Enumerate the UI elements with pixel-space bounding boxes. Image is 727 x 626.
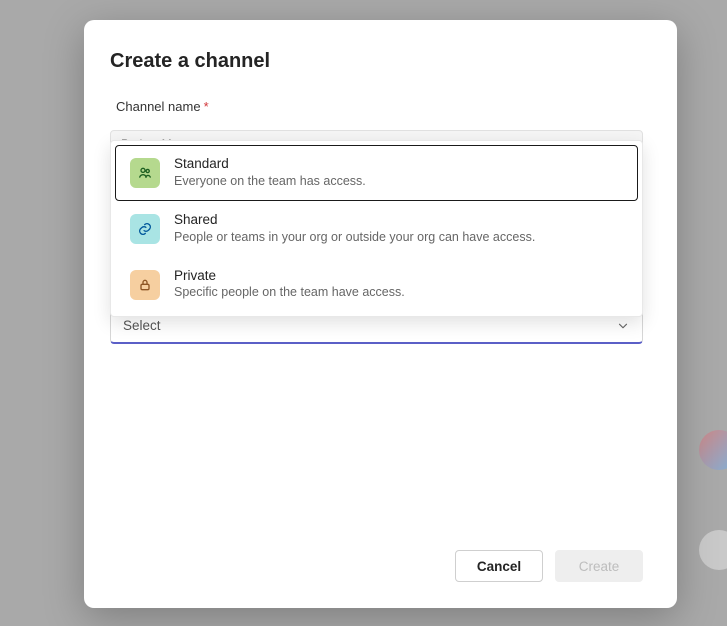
channel-name-label: Channel name* — [116, 99, 643, 114]
option-title: Private — [174, 268, 405, 285]
option-shared[interactable]: Shared People or teams in your org or ou… — [115, 201, 638, 257]
channel-type-dropdown: Standard Everyone on the team has access… — [110, 140, 643, 317]
option-standard[interactable]: Standard Everyone on the team has access… — [115, 145, 638, 201]
dialog-footer: Cancel Create — [110, 550, 643, 582]
option-texts: Shared People or teams in your org or ou… — [174, 212, 535, 246]
option-desc: Everyone on the team has access. — [174, 173, 366, 190]
option-desc: Specific people on the team have access. — [174, 284, 405, 301]
create-button[interactable]: Create — [555, 550, 643, 582]
option-texts: Private Specific people on the team have… — [174, 268, 405, 302]
create-channel-dialog: Create a channel Channel name* Project M… — [84, 20, 677, 608]
cancel-button[interactable]: Cancel — [455, 550, 543, 582]
option-title: Shared — [174, 212, 535, 229]
chevron-down-icon — [616, 319, 630, 333]
option-private[interactable]: Private Specific people on the team have… — [115, 257, 638, 313]
option-title: Standard — [174, 156, 366, 173]
select-placeholder: Select — [123, 318, 161, 333]
link-icon — [130, 214, 160, 244]
label-text: Channel name — [116, 99, 201, 114]
people-icon — [130, 158, 160, 188]
background-decor — [699, 530, 727, 570]
option-desc: People or teams in your org or outside y… — [174, 229, 535, 246]
required-marker: * — [204, 99, 209, 114]
dialog-title: Create a channel — [110, 50, 643, 73]
channel-type-field: Project M Standard Everyone on the team … — [110, 120, 643, 300]
option-texts: Standard Everyone on the team has access… — [174, 156, 366, 190]
background-decor — [699, 430, 727, 470]
lock-icon — [130, 270, 160, 300]
